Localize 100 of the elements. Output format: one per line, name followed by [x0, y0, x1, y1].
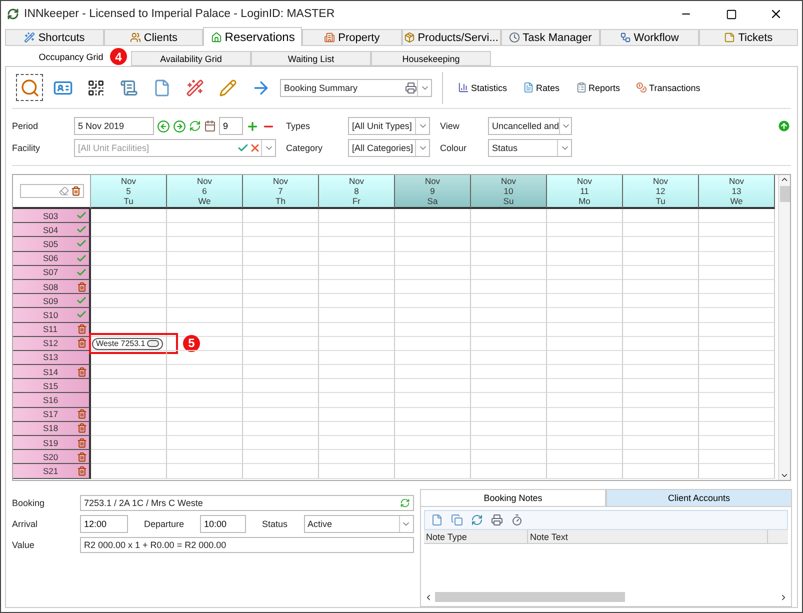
app-logo-icon: [7, 8, 19, 20]
field-label: Period: [12, 121, 40, 131]
main-tab[interactable]: Clients: [104, 29, 204, 46]
bin-icon[interactable]: [70, 186, 80, 196]
printer-icon: [405, 82, 417, 94]
unit-cell: S03: [13, 209, 91, 224]
check-icon: [76, 309, 87, 320]
field-label: Types: [286, 121, 312, 131]
clock-icon: [508, 32, 520, 43]
main-tab[interactable]: Reservations: [203, 27, 302, 46]
building-icon: [324, 32, 336, 43]
eraser-icon[interactable]: [58, 186, 68, 196]
state-dropdown[interactable]: Active: [304, 515, 414, 533]
arrival-field[interactable]: 12:00: [80, 515, 128, 533]
forward-icon[interactable]: [173, 120, 186, 132]
scroll-up-icon[interactable]: [780, 175, 789, 184]
day-header: Nov 8 Fr: [319, 175, 395, 209]
scroll-icon: [120, 78, 138, 96]
unit-cell: S20: [13, 450, 91, 464]
day-header: Nov 5 Tu: [91, 175, 167, 209]
calendar-icon[interactable]: [204, 120, 216, 132]
bin-icon: [77, 409, 87, 420]
view-select[interactable]: Uncancelled and: [488, 117, 572, 135]
copy-icon[interactable]: [451, 514, 463, 526]
main-tab[interactable]: Property: [302, 29, 402, 46]
dropdown-arrow-icon[interactable]: [261, 140, 275, 156]
dropdown-arrow-icon[interactable]: [559, 118, 571, 134]
printer-icon[interactable]: [491, 514, 503, 526]
category-select[interactable]: [All Categories]: [348, 139, 430, 157]
timer-icon[interactable]: [511, 514, 523, 526]
main-tab[interactable]: Products/Servi...: [402, 29, 501, 46]
notes-tab[interactable]: Booking Notes: [420, 489, 606, 506]
coins-icon: [636, 82, 648, 93]
date-field[interactable]: 5 Nov 2019: [74, 117, 154, 135]
days-field[interactable]: 9: [219, 117, 243, 135]
new-note-icon[interactable]: [431, 514, 443, 526]
note-icon: [724, 32, 736, 43]
booking-bar[interactable]: Weste 7253.1: [92, 338, 164, 350]
colour-select[interactable]: Status: [488, 139, 572, 157]
report-select[interactable]: Booking Summary: [280, 78, 432, 96]
day-header: Nov 6 We: [167, 175, 243, 209]
toolbar-link[interactable]: Statistics: [453, 82, 512, 93]
scroll-left-icon[interactable]: [424, 592, 433, 602]
scroll-down-icon[interactable]: [780, 471, 789, 480]
refresh-icon[interactable]: [471, 514, 483, 526]
check-icon: [76, 295, 87, 306]
dropdown-arrow-icon[interactable]: [415, 140, 429, 156]
sub-tab[interactable]: Housekeeping: [371, 51, 491, 66]
types-select[interactable]: [All Unit Types]: [348, 117, 430, 135]
callout-badge: 5: [183, 334, 200, 352]
unit-cell: S21: [13, 464, 91, 479]
back-icon[interactable]: [157, 120, 170, 132]
toolbar-link[interactable]: Reports: [570, 82, 626, 93]
day-header: Nov 13 We: [699, 175, 775, 209]
maximize-icon: [726, 8, 736, 20]
window-title: INNkeeper - Licensed to Imperial Palace - LoginID: MASTER: [24, 8, 336, 20]
departure-field[interactable]: 10:00: [200, 515, 246, 533]
scrollbar-thumb[interactable]: [435, 592, 625, 602]
day-header: Nov 12 Tu: [623, 175, 699, 209]
search-field[interactable]: [20, 184, 84, 198]
toolbar-link[interactable]: Transactions: [631, 82, 706, 93]
notes-tab[interactable]: Client Accounts: [606, 489, 792, 506]
qr-code-icon: [86, 78, 104, 96]
unit-cell: S08: [13, 280, 91, 294]
scroll-right-icon[interactable]: [779, 592, 788, 602]
refresh-icon[interactable]: [189, 120, 201, 132]
bin-icon: [77, 338, 87, 348]
bin-icon: [77, 282, 87, 292]
main-tab[interactable]: Task Manager: [500, 29, 600, 46]
check-icon[interactable]: [237, 142, 249, 154]
value-field[interactable]: R2 000.00 x 1 + R0.00 = R2 000.00: [80, 537, 414, 553]
toolbar-link[interactable]: Rates: [518, 82, 565, 93]
document-icon: [152, 78, 170, 96]
booking-field[interactable]: 7253.1 / 2A 1C / Mrs C Weste: [80, 495, 414, 511]
dropdown-arrow-icon[interactable]: [415, 118, 429, 134]
dropdown-arrow-icon[interactable]: [417, 80, 431, 96]
search-button[interactable]: [16, 74, 43, 101]
bin-icon: [77, 423, 87, 434]
refresh-icon[interactable]: [400, 498, 410, 508]
sub-tab[interactable]: Availability Grid: [131, 51, 251, 66]
unit-cell: S06: [13, 252, 91, 266]
main-tab[interactable]: Shortcuts: [5, 29, 104, 46]
dropdown-arrow-icon[interactable]: [557, 140, 571, 156]
box-icon: [404, 32, 415, 43]
unit-cell: S12: [13, 336, 91, 351]
unit-cell: S13: [13, 350, 91, 366]
field-label: Value: [12, 540, 36, 550]
sub-tab[interactable]: Waiting List: [251, 51, 371, 66]
unit-cell: S04: [13, 223, 91, 238]
unit-cell: S19: [13, 436, 91, 450]
field-label: Status: [262, 519, 288, 529]
main-tab[interactable]: Workflow: [600, 29, 699, 46]
unit-cell: S14: [13, 365, 91, 380]
tag-icon: [147, 340, 160, 348]
chart-icon: [458, 82, 469, 93]
plus-icon[interactable]: [246, 120, 259, 132]
field-label: View: [440, 121, 460, 131]
scrollbar-thumb[interactable]: [780, 186, 790, 202]
cross-icon[interactable]: [249, 142, 261, 154]
main-tab[interactable]: Tickets: [698, 29, 798, 46]
